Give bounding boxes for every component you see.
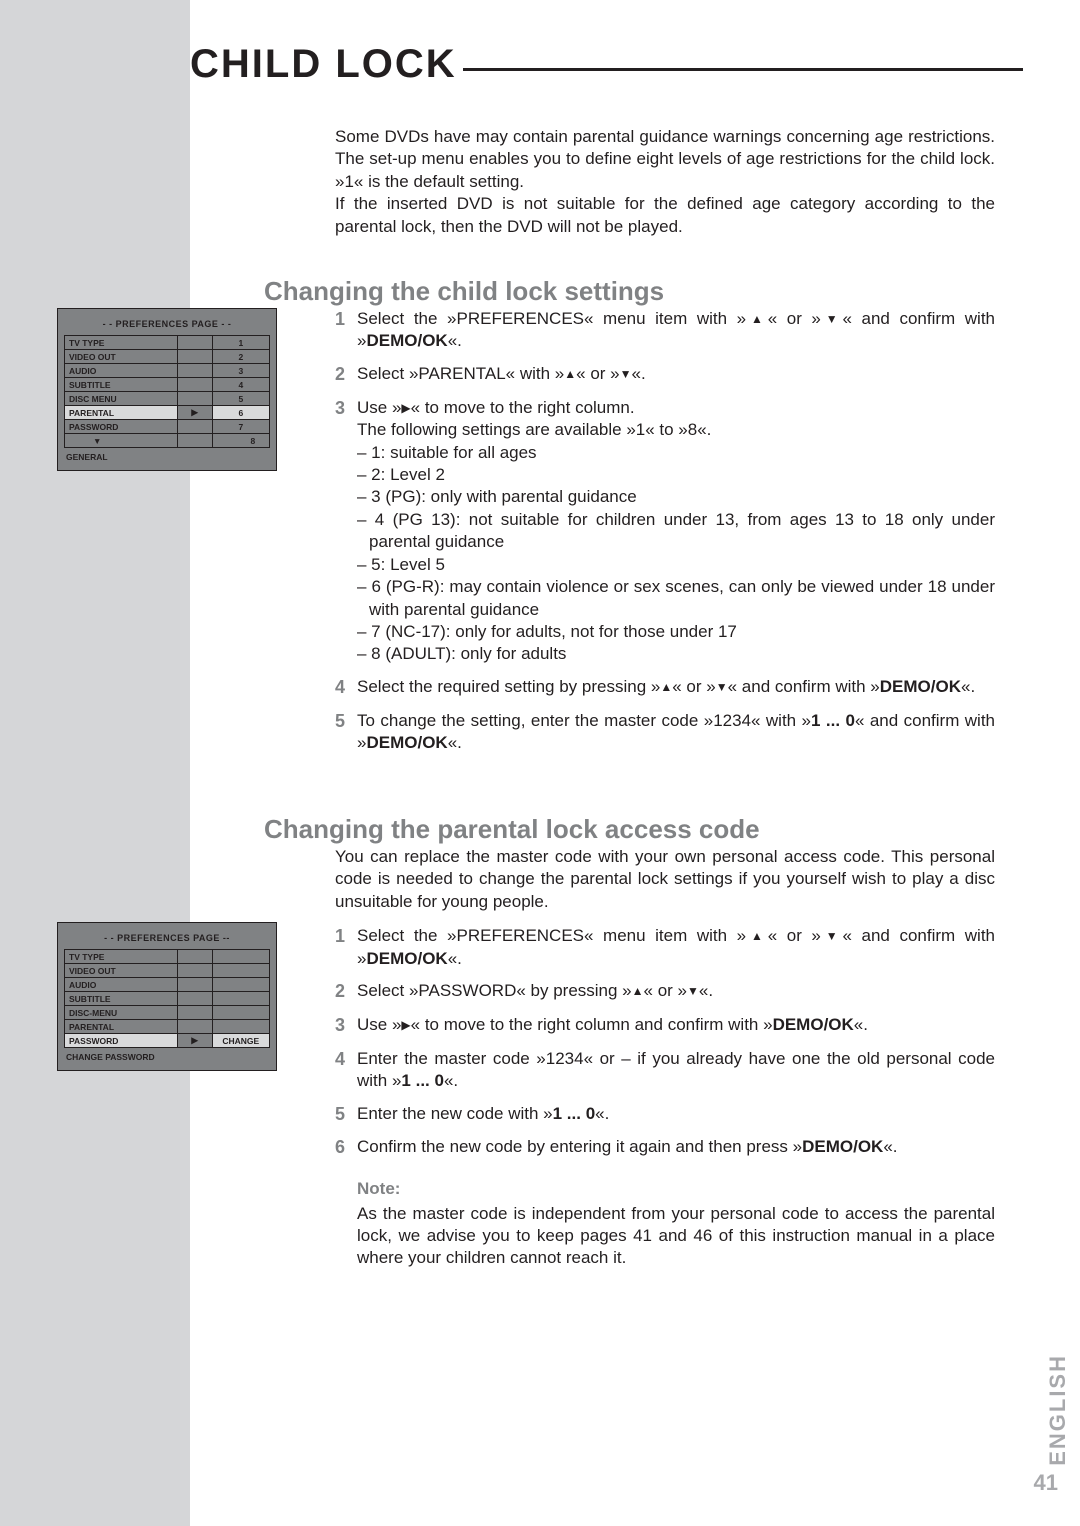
step-num: 5	[335, 1103, 357, 1127]
osd-preferences-parental: - - PREFERENCES PAGE - - TV TYPE1 VIDEO …	[57, 308, 277, 471]
step-body: Select the »PREFERENCES« menu item with …	[357, 308, 995, 353]
heading-change-settings: Changing the child lock settings	[264, 276, 664, 307]
step-num: 2	[335, 980, 357, 1004]
osd-selected-row: PASSWORD	[65, 1034, 178, 1048]
osd-header: - - PREFERENCES PAGE - -	[64, 315, 270, 335]
step-num: 4	[335, 676, 357, 700]
step-num: 6	[335, 1136, 357, 1160]
heading-change-code: Changing the parental lock access code	[264, 814, 760, 845]
osd-menu-table: TV TYPE VIDEO OUT AUDIO SUBTITLE DISC-ME…	[64, 949, 270, 1048]
intro-p2: If the inserted DVD is not suitable for …	[335, 194, 995, 235]
step-body: Select »PASSWORD« by pressing »« or »«.	[357, 980, 995, 1004]
step-body: Select the »PREFERENCES« menu item with …	[357, 925, 995, 970]
step-num: 3	[335, 1014, 357, 1038]
up-icon	[746, 926, 768, 945]
up-icon	[564, 364, 576, 383]
osd-preferences-password: - - PREFERENCES PAGE -- TV TYPE VIDEO OU…	[57, 922, 277, 1071]
section-change-settings: 1 Select the »PREFERENCES« menu item wit…	[335, 308, 995, 765]
note-body: As the master code is independent from y…	[335, 1203, 995, 1270]
step-body: Confirm the new code by entering it agai…	[357, 1136, 995, 1160]
step-num: 1	[335, 308, 357, 353]
level-desc: – 6 (PG-R): may contain violence or sex …	[357, 576, 995, 621]
step-body: Select »PARENTAL« with »« or »«.	[357, 363, 995, 387]
step-body: Enter the new code with »1 ... 0«.	[357, 1103, 995, 1127]
right-icon: ▶	[177, 1034, 212, 1048]
right-icon: ▶	[177, 406, 212, 420]
up-icon	[746, 309, 768, 328]
down-icon: ▼	[65, 434, 178, 448]
page-number: 41	[1034, 1470, 1058, 1496]
intro-block: Some DVDs have may contain parental guid…	[335, 126, 995, 280]
down-icon	[716, 677, 728, 696]
note-label: Note:	[335, 1178, 995, 1200]
section-change-code: You can replace the master code with you…	[335, 846, 995, 1270]
osd-selected-row: PARENTAL	[65, 406, 178, 420]
osd-footer: CHANGE PASSWORD	[64, 1048, 270, 1064]
level-desc: – 7 (NC-17): only for adults, not for th…	[357, 621, 995, 643]
step-body: Use »« to move to the right column. The …	[357, 397, 995, 666]
step-num: 1	[335, 925, 357, 970]
step-num: 3	[335, 397, 357, 666]
level-desc: – 2: Level 2	[357, 464, 995, 486]
osd-header: - - PREFERENCES PAGE --	[64, 929, 270, 949]
step-num: 4	[335, 1048, 357, 1093]
step-body: Enter the master code »1234« or – if you…	[357, 1048, 995, 1093]
level-desc: – 8 (ADULT): only for adults	[357, 643, 995, 665]
language-tab: ENGLISH	[1045, 1354, 1071, 1466]
down-icon	[821, 926, 843, 945]
up-icon	[660, 677, 672, 696]
down-icon	[687, 981, 699, 1000]
left-margin-bar	[0, 0, 190, 1526]
osd-menu-table: TV TYPE1 VIDEO OUT2 AUDIO3 SUBTITLE4 DIS…	[64, 335, 270, 448]
step-num: 5	[335, 710, 357, 755]
step-body: Select the required setting by pressing …	[357, 676, 995, 700]
right-icon	[401, 398, 410, 417]
level-desc: – 3 (PG): only with parental guidance	[357, 486, 995, 508]
step-body: Use »« to move to the right column and c…	[357, 1014, 995, 1038]
step-num: 2	[335, 363, 357, 387]
level-desc: – 5: Level 5	[357, 554, 995, 576]
up-icon	[632, 981, 644, 1000]
down-icon	[620, 364, 632, 383]
intro-p1: Some DVDs have may contain parental guid…	[335, 127, 995, 191]
page-title: CHILD LOCK	[190, 42, 1023, 87]
title-underline	[463, 68, 1023, 71]
section2-intro: You can replace the master code with you…	[335, 846, 995, 913]
level-desc: – 1: suitable for all ages	[357, 442, 995, 464]
down-icon	[821, 309, 843, 328]
osd-footer: GENERAL	[64, 448, 270, 464]
step-body: To change the setting, enter the master …	[357, 710, 995, 755]
right-icon	[401, 1015, 410, 1034]
level-desc: – 4 (PG 13): not suitable for children u…	[357, 509, 995, 554]
page-title-text: CHILD LOCK	[190, 42, 457, 87]
